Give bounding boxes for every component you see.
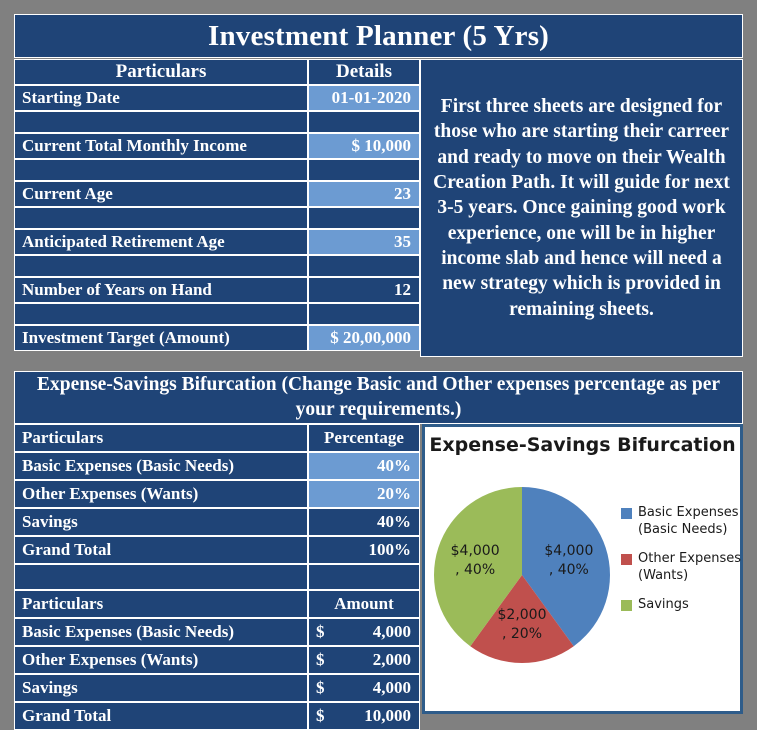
pie-chart: $4,000, 40% $2,000, 20% $4,000, 40%: [432, 485, 612, 665]
top-table-header-details: Details: [308, 59, 420, 85]
legend-swatch-icon: [621, 553, 632, 565]
percentage-table-header-percentage: Percentage: [308, 424, 420, 452]
currency-symbol: $: [316, 678, 325, 697]
top-table-spacer-cell: [14, 303, 308, 325]
top-table-row-value[interactable]: 01-01-2020: [308, 85, 420, 111]
spreadsheet-sheet: Investment Planner (5 Yrs) Particulars D…: [14, 14, 743, 730]
legend-item[interactable]: Other Expenses (Wants): [621, 551, 743, 585]
top-table-spacer-cell: [308, 159, 420, 181]
top-table-spacer-cell: [308, 255, 420, 277]
amount-table-row-value: $4,000: [308, 618, 420, 646]
top-table-row-label: Number of Years on Hand: [14, 277, 308, 303]
info-panel: First three sheets are designed for thos…: [420, 59, 743, 357]
top-table-spacer-cell: [14, 207, 308, 229]
tables-spacer-cell: [14, 564, 308, 590]
percentage-table-row-label: Grand Total: [14, 536, 308, 564]
amount-table-header-particulars: Particulars: [14, 590, 308, 618]
tables-spacer-cell: [308, 564, 420, 590]
percentage-table-header-particulars: Particulars: [14, 424, 308, 452]
info-panel-text: First three sheets are designed for thos…: [433, 95, 730, 320]
top-table-row-value[interactable]: $ 20,00,000: [308, 325, 420, 351]
legend-item-label: Other Expenses (Wants): [638, 550, 741, 583]
legend-item-label: Basic Expenses (Basic Needs): [638, 505, 739, 537]
top-table-spacer-cell: [14, 255, 308, 277]
amount-table-row-label: Basic Expenses (Basic Needs): [14, 618, 308, 646]
top-table-spacer-cell: [14, 159, 308, 181]
top-table-row-label: Current Total Monthly Income: [14, 133, 308, 159]
legend-swatch-icon: [621, 599, 632, 611]
amount-table-row-value: $2,000: [308, 646, 420, 674]
percentage-table-row-label: Other Expenses (Wants): [14, 480, 308, 508]
top-table-row-label: Anticipated Retirement Age: [14, 229, 308, 255]
chart-title: Expense-Savings Bifurcation: [429, 434, 736, 456]
top-table-spacer-cell: [14, 111, 308, 133]
amount-table-row-label: Other Expenses (Wants): [14, 646, 308, 674]
legend-item[interactable]: Savings: [621, 597, 743, 614]
top-table-header-particulars: Particulars: [14, 59, 308, 85]
amount-value: 2,000: [372, 650, 411, 669]
percentage-table-row-label: Savings: [14, 508, 308, 536]
amount-table-row-value: $10,000: [308, 702, 420, 730]
currency-symbol: $: [316, 650, 325, 669]
amount-table-row-value: $4,000: [308, 674, 420, 702]
percentage-table-row-value: 100%: [308, 536, 420, 564]
percentage-table-row-value[interactable]: 40%: [308, 452, 420, 480]
pie-slice-label: $4,000, 40%: [450, 542, 500, 578]
amount-table-row-label: Grand Total: [14, 702, 308, 730]
top-table-row-value[interactable]: 35: [308, 229, 420, 255]
percentage-table-row-value: 40%: [308, 508, 420, 536]
chart-legend: Basic Expenses (Basic Needs) Other Expens…: [621, 505, 743, 625]
pie-chart-panel: Expense-Savings Bifurcation $4,000, 40% $…: [422, 424, 743, 714]
percentage-table-row-value[interactable]: 20%: [308, 480, 420, 508]
legend-item-label: Savings: [638, 596, 689, 612]
currency-symbol: $: [316, 706, 325, 725]
legend-swatch-icon: [621, 508, 632, 519]
top-table-row-label: Investment Target (Amount): [14, 325, 308, 351]
top-table-row-value[interactable]: 23: [308, 181, 420, 207]
top-table-spacer-cell: [308, 111, 420, 133]
top-table-row-label: Current Age: [14, 181, 308, 207]
page-title: Investment Planner (5 Yrs): [14, 14, 743, 58]
amount-value: 4,000: [372, 678, 411, 697]
top-table-row-label: Starting Date: [14, 85, 308, 111]
amount-value: 4,000: [372, 622, 411, 641]
top-table-spacer-cell: [308, 207, 420, 229]
pie-slice-label: $4,000, 40%: [544, 542, 594, 578]
section-banner: Expense-Savings Bifurcation (Change Basi…: [14, 371, 743, 424]
amount-table-header-amount: Amount: [308, 590, 420, 618]
amount-table-row-label: Savings: [14, 674, 308, 702]
amount-value: 10,000: [364, 706, 411, 725]
top-table-row-value: 12: [308, 277, 420, 303]
currency-symbol: $: [316, 622, 325, 641]
top-table-spacer-cell: [308, 303, 420, 325]
pie-slice-label: $2,000, 20%: [497, 607, 547, 643]
top-table-row-value[interactable]: $ 10,000: [308, 133, 420, 159]
percentage-table-row-label: Basic Expenses (Basic Needs): [14, 452, 308, 480]
legend-item[interactable]: Basic Expenses (Basic Needs): [621, 505, 743, 539]
